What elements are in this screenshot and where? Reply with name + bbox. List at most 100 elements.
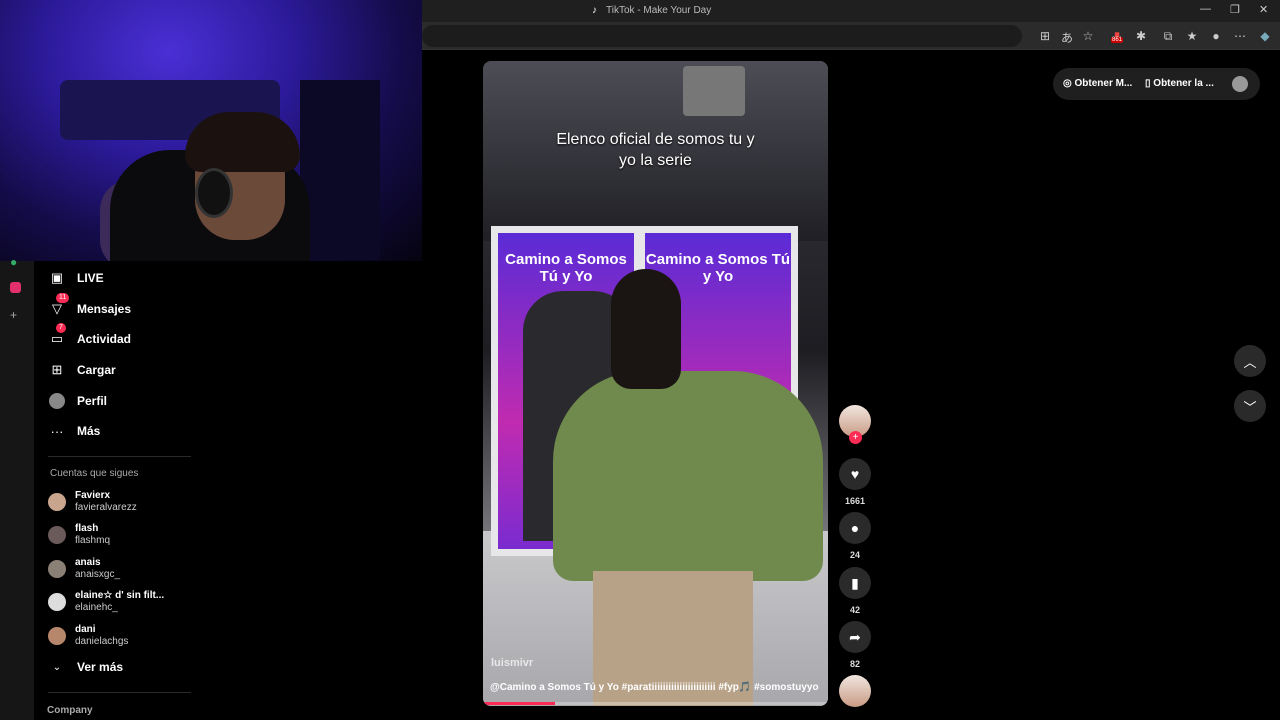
following-item[interactable]: flash flashmq [48, 523, 110, 547]
see-more-label: Ver más [77, 660, 124, 674]
video-description: @Camino a Somos Tú y Yo #paratiiiiiiiiii… [490, 682, 819, 693]
divider [48, 692, 191, 693]
add-icon[interactable]: + [10, 308, 17, 322]
browser-side-rail: ● + [0, 255, 34, 720]
account-avatar[interactable]: ● [1209, 29, 1223, 43]
headphones-icon [195, 168, 233, 218]
panel-text-left: Camino a Somos Tú y Yo [505, 251, 627, 285]
profile-avatar [49, 393, 65, 409]
following-name: elaine☆ d' sin filt... [75, 590, 165, 601]
following-name: Favierx [75, 490, 111, 501]
video-woman-sweater [553, 371, 823, 581]
save-button[interactable]: ▮ [839, 567, 871, 599]
sidebar-item-label: Mensajes [77, 302, 132, 316]
like-button[interactable]: ♥ [839, 458, 871, 490]
video-player[interactable]: Camino a Somos Tú y Yo Camino a Somos Tú… [483, 61, 828, 706]
previous-video-button[interactable]: ︿ [1234, 345, 1266, 377]
comment-button[interactable]: ● [839, 512, 871, 544]
maximize-icon[interactable]: ❐ [1230, 3, 1240, 16]
video-woman-hair [611, 269, 681, 389]
comment-count: 24 [849, 550, 860, 560]
activity-badge: 7 [56, 323, 66, 333]
sidebar-item-label: Más [77, 424, 101, 438]
tab-title: TikTok - Make Your Day [606, 5, 712, 16]
get-app-label: Obtener la ... [1153, 78, 1214, 89]
following-item[interactable]: dani danielachgs [48, 624, 128, 648]
following-title: Cuentas que sigues [50, 468, 139, 479]
sidebar-item-live[interactable]: ▣ LIVE [48, 267, 104, 289]
share-count: 82 [849, 659, 860, 669]
share-arrow-icon: ➦ [849, 628, 861, 645]
comment-icon: ● [850, 520, 860, 536]
close-icon[interactable]: ✕ [1259, 3, 1268, 16]
copilot-icon[interactable]: ◆ [1258, 29, 1272, 43]
favorite-star-icon[interactable]: ☆ [1081, 29, 1095, 43]
address-field[interactable] [422, 25, 1022, 47]
messages-icon: ▽ 11 [48, 293, 70, 318]
extension-badge: 861 [1111, 37, 1124, 43]
video-progress-bar[interactable] [483, 702, 828, 705]
tab-grid-icon[interactable]: ⊞ [1038, 29, 1052, 43]
get-coins-button[interactable]: ◎ Obtener M... [1063, 78, 1132, 89]
following-item[interactable]: elaine☆ d' sin filt... elainehc_ [48, 590, 164, 614]
heart-icon: ♥ [850, 466, 860, 482]
following-item[interactable]: Favierx favieralvarezz [48, 490, 137, 514]
company-link[interactable]: Company [47, 705, 93, 716]
following-handle: flashmq [75, 535, 111, 546]
instagram-icon[interactable] [10, 282, 21, 293]
chevron-up-icon: ︿ [1243, 354, 1257, 370]
get-coins-label: Obtener M... [1074, 78, 1133, 89]
sidebar-item-upload[interactable]: ⊞ Cargar [48, 359, 116, 381]
bookmark-icon: ▮ [851, 574, 859, 591]
webcam-furniture [300, 80, 380, 260]
webcam-overlay [0, 0, 422, 261]
rail-app-icon[interactable]: ● [10, 255, 17, 269]
chevron-down-icon: ﹀ [1243, 399, 1257, 415]
caption-line: yo la serie [619, 152, 692, 169]
sound-avatar[interactable] [839, 675, 871, 707]
user-avatar[interactable] [1232, 76, 1248, 92]
share-button[interactable]: ➦ [839, 621, 871, 653]
video-author[interactable]: luismivr [491, 657, 533, 669]
sidebar-item-messages[interactable]: ▽ 11 Mensajes [48, 293, 132, 320]
favorites-icon[interactable]: ★ [1185, 29, 1199, 43]
sidebar-item-label: Perfil [77, 394, 108, 408]
video-caption: Elenco oficial de somos tu y yo la serie [483, 129, 828, 171]
activity-icon: ▭ 7 [48, 323, 66, 348]
sidebar-item-label: Cargar [77, 363, 116, 377]
caption-line: Elenco oficial de somos tu y [556, 131, 755, 148]
avatar [48, 560, 66, 578]
avatar [48, 593, 66, 611]
avatar [48, 526, 66, 544]
follow-plus-icon[interactable]: + [849, 431, 862, 444]
following-name: dani [75, 624, 96, 635]
top-right-actions: ◎ Obtener M... ▯ Obtener la ... [1053, 68, 1260, 100]
video-progress-fill [483, 702, 556, 705]
sidebar-item-label: LIVE [77, 271, 104, 285]
read-aloud-icon[interactable]: あ [1060, 29, 1074, 46]
following-handle: favieralvarezz [75, 502, 137, 513]
avatar [48, 493, 66, 511]
live-icon: ▣ [50, 270, 64, 285]
more-icon: ··· [50, 423, 64, 439]
menu-dots-icon[interactable]: ⋯ [1233, 29, 1247, 43]
chevron-down-icon: ⌄ [52, 661, 62, 673]
divider [48, 456, 191, 457]
minimize-icon[interactable]: — [1200, 3, 1211, 15]
following-item[interactable]: anais anaisxgc_ [48, 557, 120, 581]
following-handle: anaisxgc_ [75, 569, 121, 580]
get-app-button[interactable]: ▯ Obtener la ... [1145, 78, 1214, 89]
next-video-button[interactable]: ﹀ [1234, 390, 1266, 422]
messages-badge: 11 [56, 293, 70, 303]
profile-avatar-wrap [48, 392, 66, 410]
split-screen-icon[interactable]: ⧉ [1161, 29, 1175, 44]
extensions-puzzle-icon[interactable]: ✱ [1134, 29, 1148, 43]
upload-icon: ⊞ [51, 362, 63, 377]
avatar [48, 627, 66, 645]
sidebar-item-profile[interactable]: Perfil [48, 390, 107, 412]
sidebar-item-more[interactable]: ··· Más [48, 420, 101, 442]
sidebar-item-activity[interactable]: ▭ 7 Actividad [48, 323, 131, 350]
see-more-button[interactable]: ⌄ Ver más [48, 656, 123, 678]
tiktok-logo-icon: ♪ [592, 5, 597, 16]
sidebar: ▣ LIVE ▽ 11 Mensajes ▭ 7 Actividad ⊞ Carga… [34, 261, 192, 720]
